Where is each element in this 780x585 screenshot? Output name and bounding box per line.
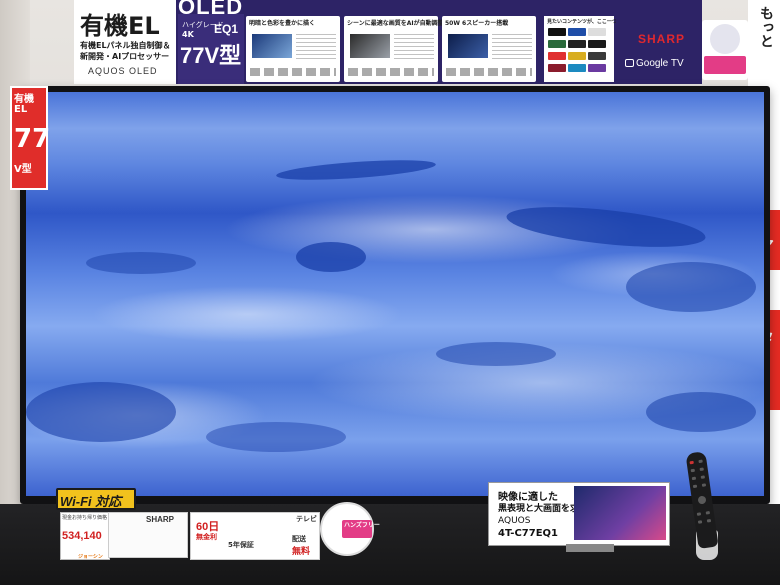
apps-title: 見たいコンテンツが、ここ一つ [547,19,617,25]
remote-button [706,518,712,523]
model-card-stand [566,544,614,552]
store-display-scene: もっと ア タ 有機EL 有機ELパネル独自制御＆ 新開発・AIプロセッサー A… [0,0,780,585]
app-tile-icon [548,64,566,72]
feature-text-lines [492,34,532,60]
remote-button [696,512,702,516]
glacier-crevasse [626,262,756,312]
left-tag-size: 77 [14,124,51,154]
feature-title-ai: シーンに最適な画質をAIが自動調整 [347,20,444,27]
feature-title-color: 明暗と色彩を豊かに描く [249,20,316,27]
left-tag-unit: V型 [14,164,32,175]
feature-logo-row [446,68,532,76]
tv-bezel-logo [382,497,412,501]
top-banner: 有機EL 有機ELパネル独自制御＆ 新開発・AIプロセッサー AQUOS OLE… [74,0,702,84]
banner-size-label: 77V型 [180,43,242,68]
remote-button [700,475,706,479]
feature-logo-row [348,68,434,76]
glacier-crevasse [275,156,437,184]
app-tile-icon [588,52,606,60]
promo-card-top-right [702,20,748,80]
sharp-card-logo: SHARP [146,515,175,524]
left-tag-line2: EL [14,104,28,115]
google-tv-label: Google TV [636,58,684,69]
app-tile-icon [548,52,566,60]
feature-text-lines [296,34,336,60]
feature-title-sound: 50W 6スピーカー搭載 [445,20,509,27]
remote-power-button [689,460,694,465]
delivery-label: 配送 [292,535,306,543]
wifi-label: Wi-Fi 対応 [60,491,121,510]
banner-subtitle-line1: 有機ELパネル独自制御＆ [80,41,171,50]
app-tile-icon [548,40,566,48]
feature-image [252,34,292,58]
banner-title: 有機EL [80,12,160,40]
app-tile-icon [568,52,586,60]
promo-pink-strip [704,56,746,74]
banner-subtitle-line2: 新開発・AIプロセッサー [80,52,170,61]
price-shop-name: ジョーシン [78,554,103,560]
google-tv-icon [625,59,634,67]
wifi-word: Wi-Fi [60,494,92,509]
tv-screen-glacier-image [26,92,764,496]
sharp-logo: SHARP [638,32,686,46]
apps-panel: 見たいコンテンツが、ここ一つ [544,16,617,82]
app-tile-icon [568,64,586,72]
remote-button [690,468,695,473]
remote-button [697,520,703,524]
warranty-free-interest: 無金利 [196,533,217,541]
app-tile-icon [568,28,586,36]
app-tile-icon [548,28,566,36]
model-card-image [574,486,666,540]
app-tile-icon [588,40,606,48]
glacier-crevasse [26,382,176,442]
feature-logo-row [250,68,336,76]
feature-panel-color: 明暗と色彩を豊かに描く [246,16,340,82]
glacier-crevasse [86,252,196,274]
banner-subtitle: 有機ELパネル独自制御＆ 新開発・AIプロセッサー [80,40,171,62]
glacier-crevasse [504,199,708,255]
banner-series: AQUOS OLED [88,66,158,76]
left-size-tag: 有機 EL 77 V型 [10,86,51,190]
feature-image [448,34,488,58]
feature-panel-ai: シーンに最適な画質をAIが自動調整 [344,16,444,82]
delivery-free-label: 無料 [292,547,311,557]
app-tile-icon [568,40,586,48]
handsfree-text: ハンズフリー [344,522,380,529]
promo-avatar [710,24,740,54]
model-card-series: AQUOS [498,516,531,526]
feature-image [350,34,390,58]
wifi-suffix: 対応 [95,494,122,509]
price-value: 534,140 [62,530,102,542]
left-tag-line1: 有機 [14,94,34,105]
feature-panel-sound: 50W 6スピーカー搭載 [442,16,536,82]
glacier-crevasse [646,392,756,432]
remote-button [699,467,704,472]
remote-button [701,483,707,487]
price-header: 現金お持ち帰り価格 [62,515,108,521]
feature-text-lines [394,34,434,60]
app-tile-icon [588,64,606,72]
remote-button [705,511,711,515]
model-card-model: 4T-C77EQ1 [498,528,559,539]
remote-button [698,459,703,464]
sharp-panel [616,16,702,82]
delivery-tv-label: テレビ [296,515,317,523]
remote-button [692,484,698,489]
remote-dpad [697,495,707,505]
remote-button [691,476,697,481]
right-poster-text-top: もっと [758,6,774,48]
app-tile-icon [588,28,606,36]
warranty-years: 5年保証 [228,541,254,549]
glacier-crevasse [206,422,346,452]
glacier-crevasse [436,342,556,366]
glacier-crevasse [296,242,366,272]
banner-model-short: EQ1 [214,22,239,36]
